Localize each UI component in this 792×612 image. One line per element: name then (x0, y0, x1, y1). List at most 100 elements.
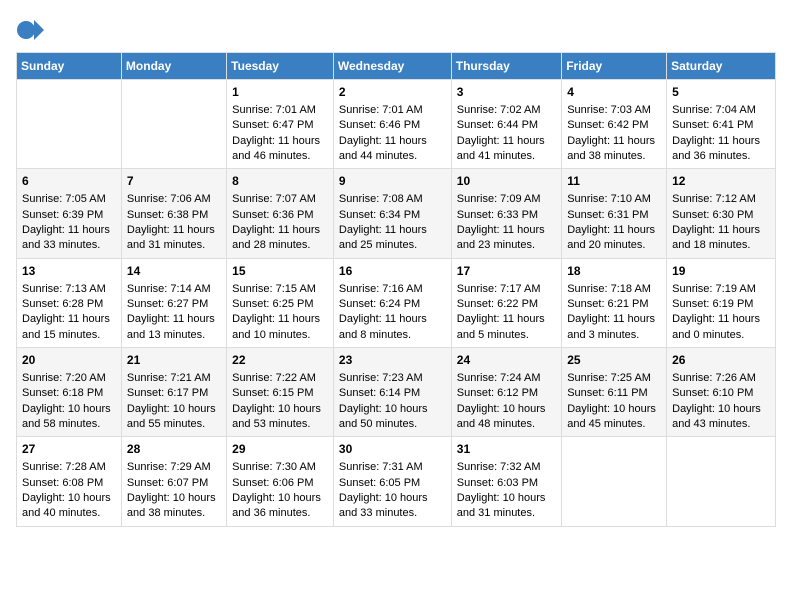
day-number: 2 (339, 84, 446, 101)
cell-text: Sunset: 6:17 PM (127, 386, 221, 401)
cell-text: Sunset: 6:06 PM (232, 476, 328, 491)
calendar-cell: 7Sunrise: 7:06 AMSunset: 6:38 PMDaylight… (121, 169, 226, 258)
cell-text: Sunset: 6:25 PM (232, 297, 328, 312)
week-row-5: 27Sunrise: 7:28 AMSunset: 6:08 PMDayligh… (17, 437, 776, 526)
day-number: 27 (22, 441, 116, 458)
cell-text: Sunrise: 7:13 AM (22, 282, 116, 297)
day-number: 23 (339, 352, 446, 369)
cell-text: Sunset: 6:10 PM (672, 386, 770, 401)
cell-text: Sunset: 6:03 PM (457, 476, 556, 491)
day-number: 11 (567, 173, 661, 190)
calendar-cell: 9Sunrise: 7:08 AMSunset: 6:34 PMDaylight… (333, 169, 451, 258)
logo-icon (16, 16, 44, 44)
calendar-cell: 30Sunrise: 7:31 AMSunset: 6:05 PMDayligh… (333, 437, 451, 526)
cell-text: Sunset: 6:42 PM (567, 118, 661, 133)
cell-text: Sunset: 6:27 PM (127, 297, 221, 312)
cell-text: Sunrise: 7:03 AM (567, 103, 661, 118)
cell-text: Sunrise: 7:12 AM (672, 192, 770, 207)
cell-text: Sunset: 6:15 PM (232, 386, 328, 401)
cell-text: Daylight: 11 hours and 31 minutes. (127, 223, 221, 254)
day-number: 22 (232, 352, 328, 369)
cell-text: Sunset: 6:47 PM (232, 118, 328, 133)
page-header (16, 16, 776, 44)
cell-text: Sunset: 6:05 PM (339, 476, 446, 491)
day-number: 18 (567, 263, 661, 280)
day-number: 20 (22, 352, 116, 369)
day-number: 21 (127, 352, 221, 369)
cell-text: Daylight: 10 hours and 48 minutes. (457, 402, 556, 433)
calendar-cell (667, 437, 776, 526)
header-cell-monday: Monday (121, 53, 226, 80)
cell-text: Sunrise: 7:24 AM (457, 371, 556, 386)
cell-text: Sunrise: 7:23 AM (339, 371, 446, 386)
cell-text: Sunset: 6:38 PM (127, 208, 221, 223)
calendar-cell: 4Sunrise: 7:03 AMSunset: 6:42 PMDaylight… (562, 80, 667, 169)
cell-text: Daylight: 10 hours and 45 minutes. (567, 402, 661, 433)
cell-text: Sunrise: 7:05 AM (22, 192, 116, 207)
cell-text: Daylight: 11 hours and 33 minutes. (22, 223, 116, 254)
header-cell-saturday: Saturday (667, 53, 776, 80)
cell-text: Daylight: 10 hours and 38 minutes. (127, 491, 221, 522)
calendar-cell: 13Sunrise: 7:13 AMSunset: 6:28 PMDayligh… (17, 258, 122, 347)
day-number: 8 (232, 173, 328, 190)
cell-text: Daylight: 10 hours and 36 minutes. (232, 491, 328, 522)
day-number: 9 (339, 173, 446, 190)
cell-text: Sunset: 6:11 PM (567, 386, 661, 401)
day-number: 12 (672, 173, 770, 190)
header-cell-thursday: Thursday (451, 53, 561, 80)
cell-text: Sunrise: 7:21 AM (127, 371, 221, 386)
cell-text: Sunrise: 7:29 AM (127, 460, 221, 475)
cell-text: Sunrise: 7:15 AM (232, 282, 328, 297)
cell-text: Sunrise: 7:01 AM (339, 103, 446, 118)
day-number: 13 (22, 263, 116, 280)
cell-text: Sunrise: 7:17 AM (457, 282, 556, 297)
calendar-cell (562, 437, 667, 526)
cell-text: Sunset: 6:22 PM (457, 297, 556, 312)
calendar-cell: 31Sunrise: 7:32 AMSunset: 6:03 PMDayligh… (451, 437, 561, 526)
day-number: 26 (672, 352, 770, 369)
cell-text: Sunrise: 7:10 AM (567, 192, 661, 207)
cell-text: Sunset: 6:24 PM (339, 297, 446, 312)
cell-text: Daylight: 11 hours and 25 minutes. (339, 223, 446, 254)
cell-text: Sunrise: 7:26 AM (672, 371, 770, 386)
cell-text: Sunset: 6:12 PM (457, 386, 556, 401)
cell-text: Sunset: 6:07 PM (127, 476, 221, 491)
calendar-cell: 22Sunrise: 7:22 AMSunset: 6:15 PMDayligh… (227, 348, 334, 437)
day-number: 19 (672, 263, 770, 280)
cell-text: Sunrise: 7:01 AM (232, 103, 328, 118)
cell-text: Daylight: 11 hours and 3 minutes. (567, 312, 661, 343)
week-row-4: 20Sunrise: 7:20 AMSunset: 6:18 PMDayligh… (17, 348, 776, 437)
calendar-cell: 8Sunrise: 7:07 AMSunset: 6:36 PMDaylight… (227, 169, 334, 258)
logo (16, 16, 48, 44)
calendar-cell: 12Sunrise: 7:12 AMSunset: 6:30 PMDayligh… (667, 169, 776, 258)
cell-text: Daylight: 10 hours and 40 minutes. (22, 491, 116, 522)
cell-text: Daylight: 11 hours and 10 minutes. (232, 312, 328, 343)
calendar-cell: 28 Sunrise: 7:29 AMSunset: 6:07 PMDayligh… (121, 437, 226, 526)
cell-text: Daylight: 10 hours and 58 minutes. (22, 402, 116, 433)
day-number: 28 (127, 441, 221, 458)
calendar-cell: 15Sunrise: 7:15 AMSunset: 6:25 PMDayligh… (227, 258, 334, 347)
cell-text: Sunset: 6:41 PM (672, 118, 770, 133)
cell-text: Sunset: 6:21 PM (567, 297, 661, 312)
cell-text: Daylight: 11 hours and 46 minutes. (232, 134, 328, 165)
cell-text: Daylight: 11 hours and 8 minutes. (339, 312, 446, 343)
cell-text: Daylight: 10 hours and 33 minutes. (339, 491, 446, 522)
day-number: 4 (567, 84, 661, 101)
cell-text: Sunrise: 7:18 AM (567, 282, 661, 297)
cell-text: Daylight: 11 hours and 5 minutes. (457, 312, 556, 343)
header-row: SundayMondayTuesdayWednesdayThursdayFrid… (17, 53, 776, 80)
calendar-cell: 27Sunrise: 7:28 AMSunset: 6:08 PMDayligh… (17, 437, 122, 526)
day-number: 7 (127, 173, 221, 190)
calendar-cell: 23Sunrise: 7:23 AMSunset: 6:14 PMDayligh… (333, 348, 451, 437)
calendar-cell: 25Sunrise: 7:25 AMSunset: 6:11 PMDayligh… (562, 348, 667, 437)
cell-text: Sunset: 6:34 PM (339, 208, 446, 223)
calendar-cell: 17Sunrise: 7:17 AMSunset: 6:22 PMDayligh… (451, 258, 561, 347)
cell-text: Sunrise: 7:09 AM (457, 192, 556, 207)
calendar-cell (17, 80, 122, 169)
calendar-cell (121, 80, 226, 169)
calendar-cell: 21Sunrise: 7:21 AMSunset: 6:17 PMDayligh… (121, 348, 226, 437)
cell-text: Sunrise: 7:28 AM (22, 460, 116, 475)
day-number: 25 (567, 352, 661, 369)
calendar-cell: 1Sunrise: 7:01 AMSunset: 6:47 PMDaylight… (227, 80, 334, 169)
cell-text: Sunrise: 7:22 AM (232, 371, 328, 386)
